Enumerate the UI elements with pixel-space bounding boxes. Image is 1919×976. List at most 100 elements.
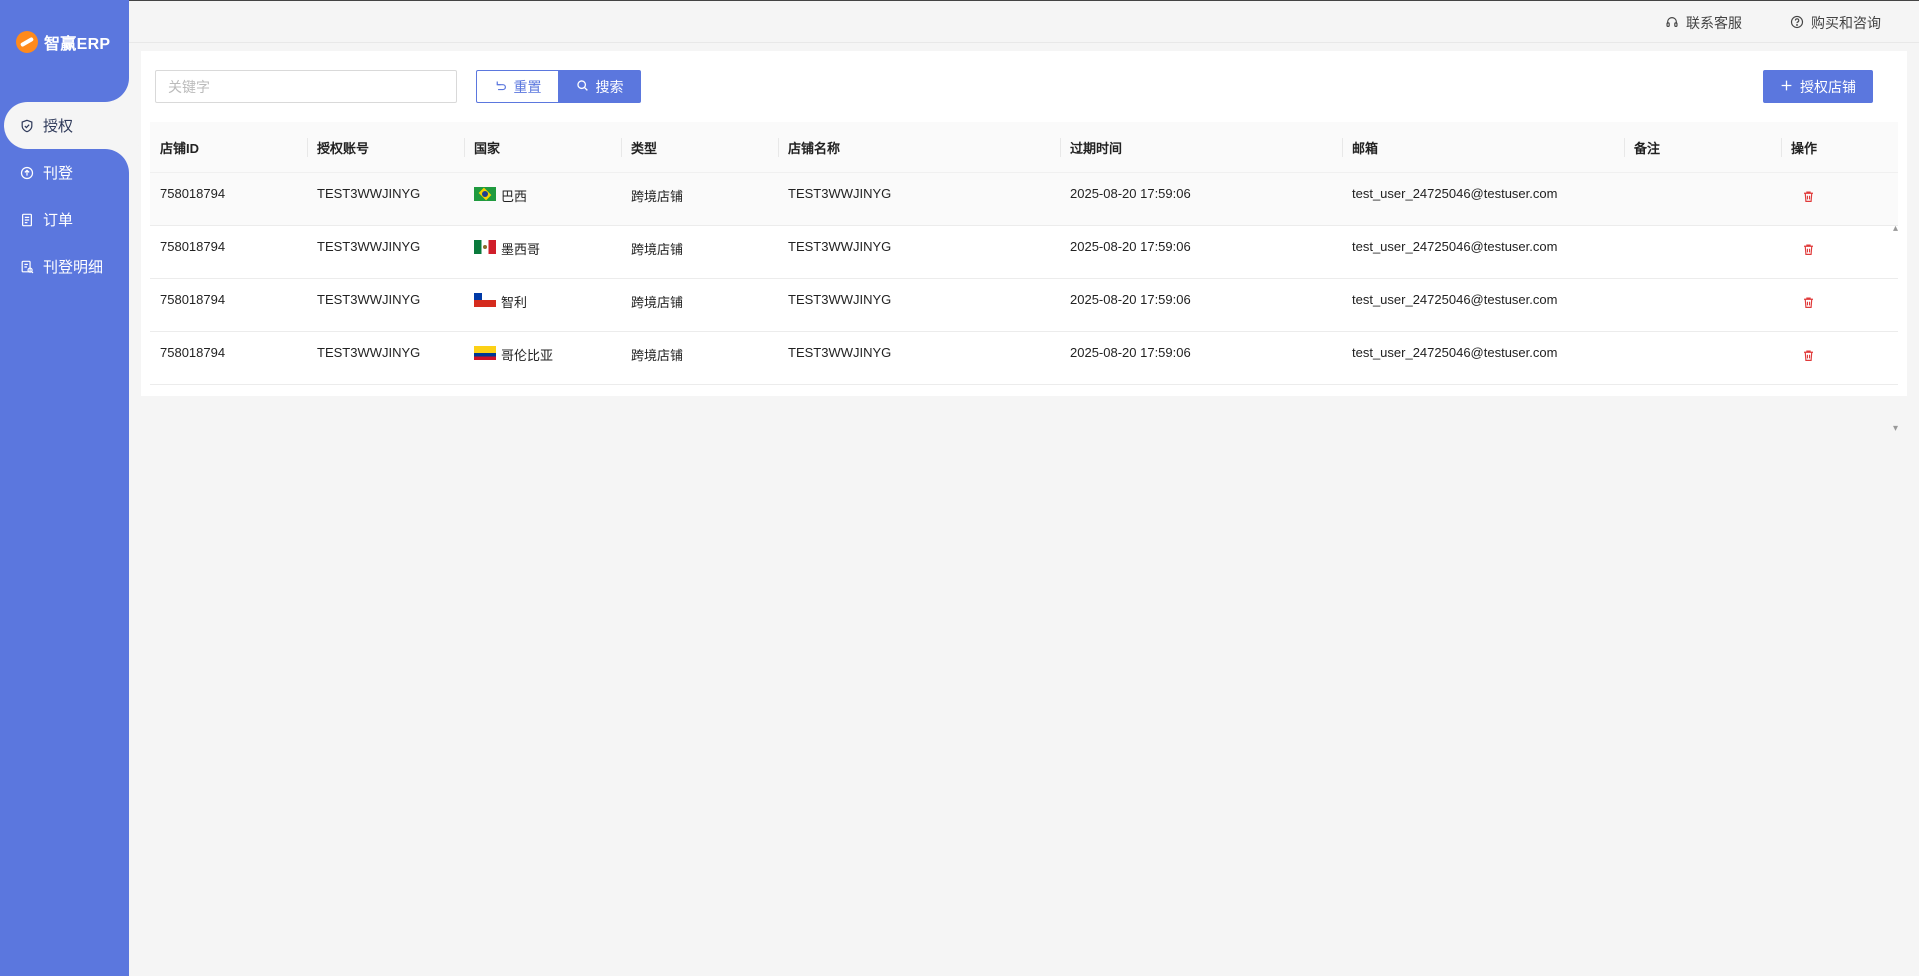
cell-expire-time: 2025-08-20 17:59:06	[1070, 186, 1191, 201]
cell-country: 哥伦比亚	[464, 332, 621, 384]
cell-actions	[1781, 332, 1898, 384]
column-header-country[interactable]: 国家	[464, 122, 621, 172]
cell-account: TEST3WWJINYG	[317, 239, 421, 254]
cell-note	[1624, 279, 1781, 331]
cell-store-id: 758018794	[160, 239, 226, 254]
scroll-up-icon[interactable]: ▴	[1893, 223, 1898, 234]
detail-list-icon	[20, 260, 34, 274]
delete-icon[interactable]	[1802, 349, 1815, 365]
plus-icon	[1780, 79, 1793, 95]
mexico-flag-icon	[474, 240, 496, 254]
sidebar: 智赢ERP 授权 刊登 订单 刊登明细	[0, 0, 129, 976]
cell-note	[1624, 173, 1781, 225]
sidebar-item-orders[interactable]: 订单	[0, 196, 129, 243]
cell-email: test_user_24725046@testuser.com	[1352, 345, 1558, 360]
column-header-expire-time[interactable]: 过期时间	[1060, 122, 1342, 172]
question-circle-icon	[1790, 15, 1804, 32]
column-header-store-name[interactable]: 店铺名称	[778, 122, 1060, 172]
sidebar-item-label: 授权	[43, 118, 74, 135]
cell-store-name: TEST3WWJINYG	[788, 239, 892, 254]
cell-actions	[1781, 173, 1898, 225]
upload-circle-icon	[20, 166, 34, 180]
cell-account: TEST3WWJINYG	[317, 345, 421, 360]
sidebar-nav: 授权 刊登 订单 刊登明细	[0, 102, 129, 290]
cell-email: test_user_24725046@testuser.com	[1352, 292, 1558, 307]
sidebar-item-label: 刊登明细	[43, 259, 104, 276]
cell-store-id: 758018794	[160, 292, 226, 307]
authorize-store-label: 授权店铺	[1800, 78, 1856, 95]
purchase-consult-link[interactable]: 购买和咨询	[1790, 13, 1881, 33]
sidebar-item-listing[interactable]: 刊登	[0, 149, 129, 196]
column-header-email[interactable]: 邮箱	[1342, 122, 1624, 172]
table-header: 店铺ID 授权账号 国家 类型 店铺名称 过期时间 邮箱 备注 操作	[150, 122, 1898, 173]
cell-store-name: TEST3WWJINYG	[788, 292, 892, 307]
top-bar: 联系客服 购买和咨询	[129, 0, 1919, 43]
country-name: 墨西哥	[501, 242, 541, 257]
cell-actions	[1781, 279, 1898, 331]
search-label: 搜索	[595, 78, 624, 95]
cell-account: TEST3WWJINYG	[317, 292, 421, 307]
brazil-flag-icon	[474, 187, 496, 201]
cell-type: 跨境店铺	[631, 295, 684, 310]
column-header-store-id[interactable]: 店铺ID	[150, 122, 307, 172]
cell-store-name: TEST3WWJINYG	[788, 186, 892, 201]
authorize-store-button[interactable]: 授权店铺	[1763, 70, 1873, 103]
cell-country: 智利	[464, 279, 621, 331]
logo-icon	[16, 31, 38, 53]
cell-email: test_user_24725046@testuser.com	[1352, 239, 1558, 254]
delete-icon[interactable]	[1802, 243, 1815, 259]
headset-icon	[1665, 15, 1679, 32]
scroll-down-icon[interactable]: ▾	[1893, 423, 1898, 434]
app-logo[interactable]: 智赢ERP	[16, 30, 110, 54]
sidebar-item-listing-detail[interactable]: 刊登明细	[0, 243, 129, 290]
table-row[interactable]: 758018794 TEST3WWJINYG 巴西 跨境店铺 TEST3WWJI…	[150, 173, 1898, 226]
cell-account: TEST3WWJINYG	[317, 186, 421, 201]
cell-country: 巴西	[464, 173, 621, 225]
search-button[interactable]: 搜索	[558, 70, 641, 103]
column-header-account[interactable]: 授权账号	[307, 122, 464, 172]
keyword-search-input[interactable]	[155, 70, 457, 103]
cell-type: 跨境店铺	[631, 348, 684, 363]
purchase-consult-label: 购买和咨询	[1811, 15, 1881, 31]
column-header-note[interactable]: 备注	[1624, 122, 1781, 172]
store-table: 店铺ID 授权账号 国家 类型 店铺名称 过期时间 邮箱 备注 操作 75801…	[150, 122, 1898, 385]
delete-icon[interactable]	[1802, 190, 1815, 206]
colombia-flag-icon	[474, 346, 496, 360]
cell-note	[1624, 226, 1781, 278]
reset-button[interactable]: 重置	[476, 70, 559, 103]
search-icon	[576, 79, 589, 95]
country-name: 智利	[501, 295, 528, 310]
cell-expire-time: 2025-08-20 17:59:06	[1070, 239, 1191, 254]
cell-actions	[1781, 226, 1898, 278]
cell-store-name: TEST3WWJINYG	[788, 345, 892, 360]
cell-store-id: 758018794	[160, 345, 226, 360]
customer-service-label: 联系客服	[1686, 15, 1742, 31]
sidebar-item-authorize[interactable]: 授权	[4, 102, 129, 149]
cell-email: test_user_24725046@testuser.com	[1352, 186, 1558, 201]
delete-icon[interactable]	[1802, 296, 1815, 312]
table-row[interactable]: 758018794 TEST3WWJINYG 墨西哥 跨境店铺 TEST3WWJ…	[150, 226, 1898, 279]
logo-text: 智赢ERP	[44, 36, 111, 53]
document-icon	[20, 213, 34, 227]
table-row[interactable]: 758018794 TEST3WWJINYG 哥伦比亚 跨境店铺 TEST3WW…	[150, 332, 1898, 385]
cell-expire-time: 2025-08-20 17:59:06	[1070, 292, 1191, 307]
cell-expire-time: 2025-08-20 17:59:06	[1070, 345, 1191, 360]
sidebar-item-label: 订单	[43, 212, 74, 229]
store-auth-panel: 重置 搜索 授权店铺 店铺ID 授权账号 国家 类型 店铺名称 过期时间 邮箱 …	[141, 51, 1907, 434]
table-row[interactable]: 758018794 TEST3WWJINYG 智利 跨境店铺 TEST3WWJI…	[150, 279, 1898, 332]
cell-note	[1624, 332, 1781, 384]
country-name: 巴西	[501, 189, 528, 204]
undo-icon	[494, 79, 507, 95]
cell-type: 跨境店铺	[631, 189, 684, 204]
customer-service-link[interactable]: 联系客服	[1665, 13, 1742, 33]
sidebar-item-label: 刊登	[43, 165, 74, 182]
table-body: 758018794 TEST3WWJINYG 巴西 跨境店铺 TEST3WWJI…	[150, 173, 1898, 385]
country-name: 哥伦比亚	[501, 348, 554, 363]
column-header-actions: 操作	[1781, 122, 1898, 172]
column-header-type[interactable]: 类型	[621, 122, 778, 172]
cell-country: 墨西哥	[464, 226, 621, 278]
reset-label: 重置	[513, 78, 542, 95]
shield-icon	[20, 119, 34, 133]
chile-flag-icon	[474, 293, 496, 307]
cell-type: 跨境店铺	[631, 242, 684, 257]
